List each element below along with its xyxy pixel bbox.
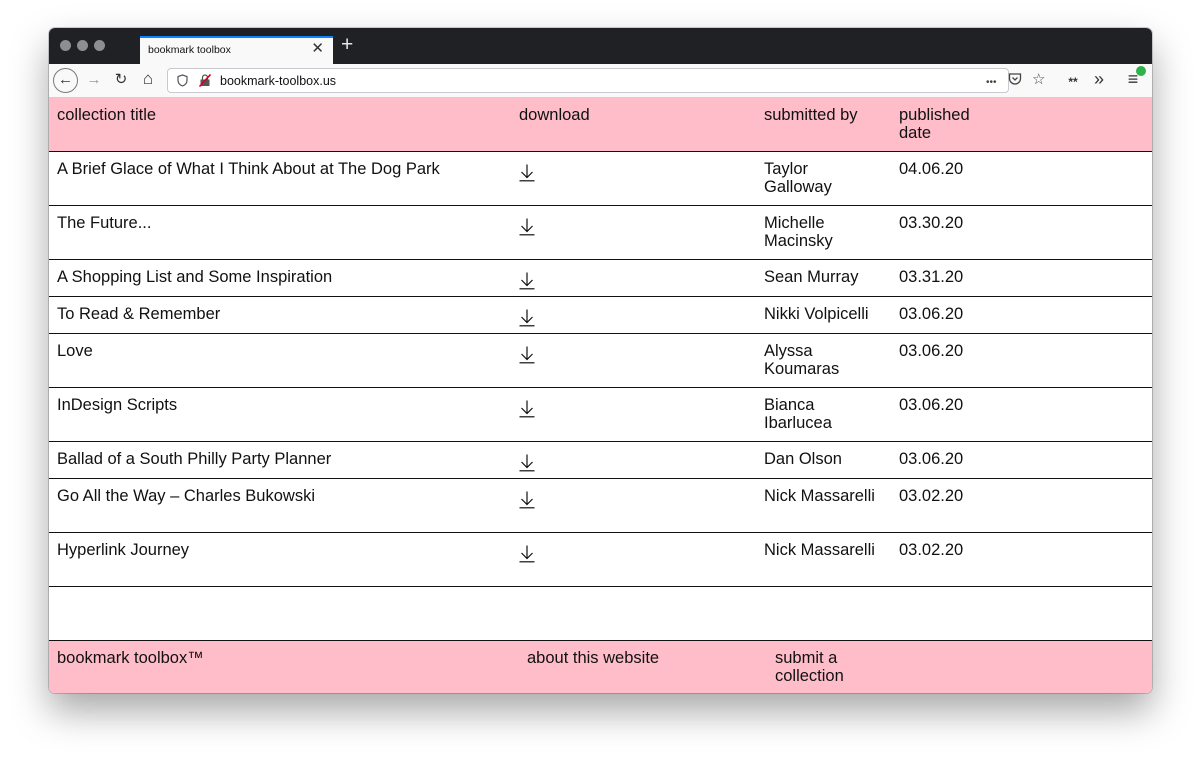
download-icon[interactable] — [519, 218, 535, 236]
table-row: Go All the Way – Charles Bukowski Nick Ma… — [49, 479, 1152, 533]
table-row: A Shopping List and Some Inspiration Sean… — [49, 260, 1152, 297]
home-button[interactable]: ⌂ — [139, 69, 157, 89]
site-footer: bookmark toolbox™ about this website sub… — [49, 640, 1152, 693]
published-date: 03.06.20 — [899, 342, 964, 360]
nav-bar: ← → ↻ ⌂ bookmark-toolbox.us ••• ☆ ** » ≡ — [49, 64, 1152, 98]
collection-title-link[interactable]: To Read & Remember — [57, 305, 220, 323]
published-date: 03.02.20 — [899, 487, 964, 505]
browser-tab[interactable]: bookmark toolbox ✕ — [140, 36, 333, 64]
published-date: 03.06.20 — [899, 396, 964, 414]
collection-title-link[interactable]: A Shopping List and Some Inspiration — [57, 268, 332, 286]
bookmark-star-icon[interactable]: ☆ — [1032, 71, 1045, 89]
download-icon[interactable] — [519, 400, 535, 418]
tab-close-icon[interactable]: ✕ — [311, 41, 324, 57]
table-row: Love Alyssa Koumaras 03.06.20 — [49, 334, 1152, 388]
submitted-by: Taylor Galloway — [764, 160, 832, 196]
header-download[interactable]: download — [519, 106, 590, 124]
download-icon[interactable] — [519, 454, 535, 472]
table-row: Hyperlink Journey Nick Massarelli 03.02.20 — [49, 533, 1152, 587]
collection-title-link[interactable]: Ballad of a South Philly Party Planner — [57, 450, 331, 468]
extension-icon[interactable]: ** — [1065, 72, 1081, 92]
submitted-by: Alyssa Koumaras — [764, 342, 840, 378]
shield-icon[interactable] — [177, 74, 188, 92]
window-zoom-dot[interactable] — [94, 40, 105, 51]
forward-button[interactable]: → — [85, 70, 103, 90]
submitted-by: Nikki Volpicelli — [764, 305, 869, 323]
url-text[interactable]: bookmark-toolbox.us — [220, 74, 336, 88]
browser-window: bookmark toolbox ✕ + ← → ↻ ⌂ bookmark-to… — [49, 28, 1152, 693]
collection-title-link[interactable]: InDesign Scripts — [57, 396, 177, 414]
published-date: 03.06.20 — [899, 305, 964, 323]
collection-title-link[interactable]: The Future... — [57, 214, 151, 232]
header-submitted-by[interactable]: submitted by — [764, 106, 858, 124]
collection-title-link[interactable]: A Brief Glace of What I Think About at T… — [57, 160, 440, 178]
download-icon[interactable] — [519, 545, 535, 563]
header-collection-title[interactable]: collection title — [57, 106, 156, 124]
published-date: 03.02.20 — [899, 541, 964, 559]
submitted-by: Nick Massarelli — [764, 541, 875, 559]
table-row: Ballad of a South Philly Party Planner Da… — [49, 442, 1152, 479]
overflow-menu-icon[interactable]: » — [1091, 69, 1107, 89]
submitted-by: Dan Olson — [764, 450, 842, 468]
footer-about-link[interactable]: about this website — [527, 649, 659, 667]
table-row: A Brief Glace of What I Think About at T… — [49, 152, 1152, 206]
collection-title-link[interactable]: Hyperlink Journey — [57, 541, 189, 559]
collection-title-link[interactable]: Go All the Way – Charles Bukowski — [57, 487, 315, 505]
download-icon[interactable] — [519, 491, 535, 509]
window-minimize-dot[interactable] — [77, 40, 88, 51]
footer-brand-link[interactable]: bookmark toolbox™ — [57, 649, 204, 667]
tab-strip: bookmark toolbox ✕ + — [49, 28, 1152, 64]
published-date: 03.31.20 — [899, 268, 964, 286]
new-tab-button[interactable]: + — [341, 34, 353, 56]
published-date: 03.30.20 — [899, 214, 964, 232]
download-icon[interactable] — [519, 346, 535, 364]
page-actions-icon[interactable]: ••• — [986, 74, 997, 92]
published-date: 04.06.20 — [899, 160, 964, 178]
download-icon[interactable] — [519, 272, 535, 290]
table-row: To Read & Remember Nikki Volpicelli 03.06.… — [49, 297, 1152, 334]
published-date: 03.06.20 — [899, 450, 964, 468]
window-close-dot[interactable] — [60, 40, 71, 51]
submitted-by: Bianca Ibarlucea — [764, 396, 832, 432]
download-icon[interactable] — [519, 309, 535, 327]
download-icon[interactable] — [519, 164, 535, 182]
page-content: collection title download submitted by p… — [49, 98, 1152, 693]
footer-submit-link[interactable]: submit a collection — [775, 649, 875, 685]
back-button[interactable]: ← — [53, 68, 78, 93]
url-bar[interactable]: bookmark-toolbox.us ••• ☆ — [167, 68, 1045, 93]
reload-button[interactable]: ↻ — [112, 70, 130, 90]
header-published-date[interactable]: published date — [899, 106, 989, 142]
submitted-by: Sean Murray — [764, 268, 859, 286]
update-badge-icon — [1136, 66, 1146, 76]
collection-title-link[interactable]: Love — [57, 342, 93, 360]
tab-title: bookmark toolbox — [148, 44, 231, 56]
insecure-lock-icon[interactable] — [198, 73, 212, 92]
pocket-icon[interactable] — [1008, 72, 1022, 91]
table-row: The Future... Michelle Macinsky 03.30.20 — [49, 206, 1152, 260]
table-header: collection title download submitted by p… — [49, 98, 1152, 152]
table-row: InDesign Scripts Bianca Ibarlucea 03.06.20 — [49, 388, 1152, 442]
submitted-by: Nick Massarelli — [764, 487, 875, 505]
submitted-by: Michelle Macinsky — [764, 214, 833, 250]
